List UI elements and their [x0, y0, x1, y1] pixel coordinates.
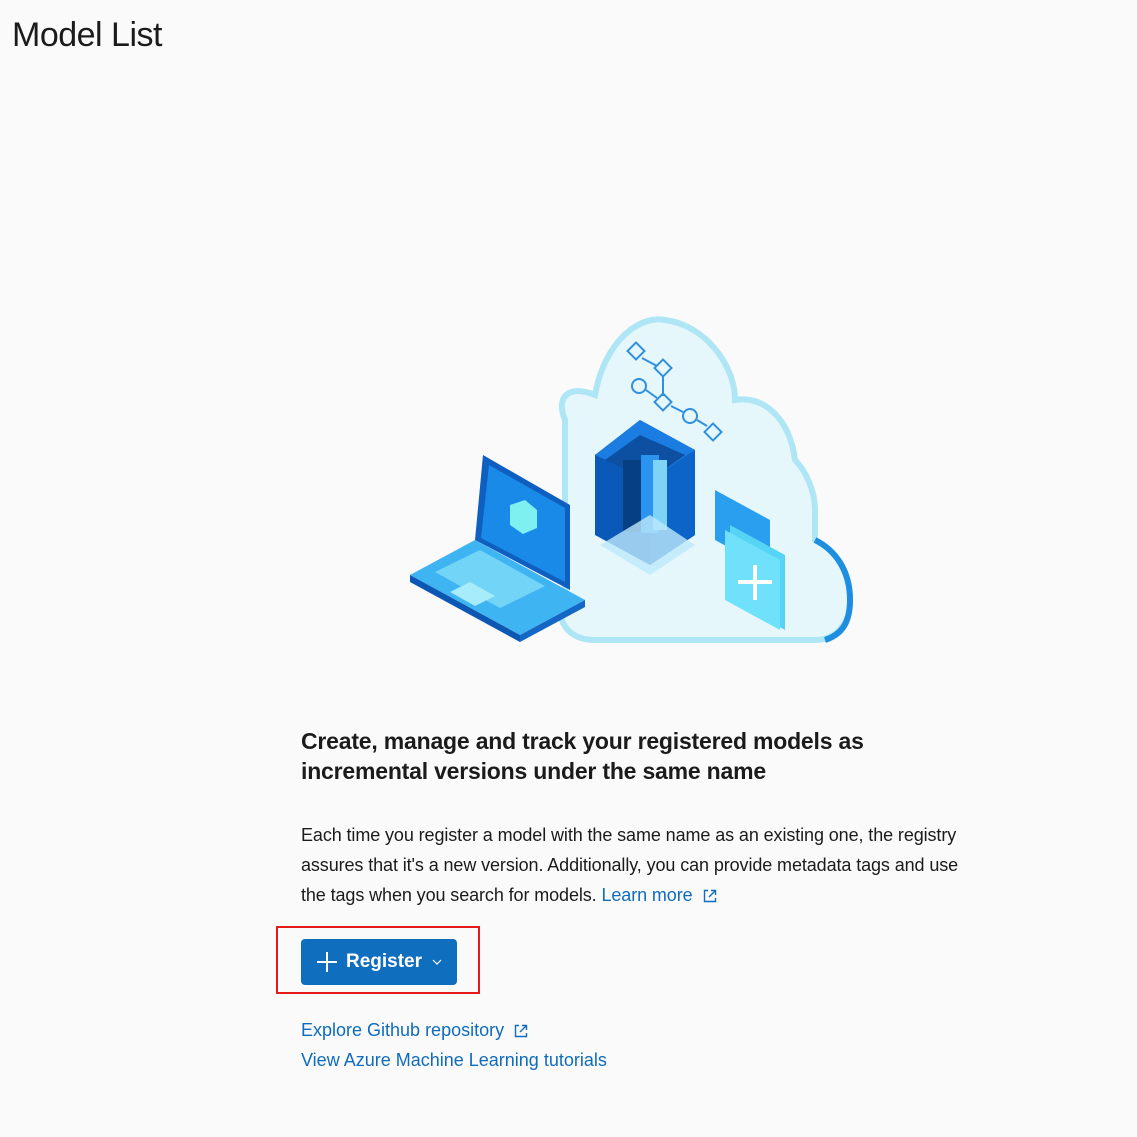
empty-state-heading: Create, manage and track your registered…	[301, 728, 864, 784]
external-link-icon	[514, 1024, 528, 1038]
empty-state: Create, manage and track your registered…	[301, 726, 961, 910]
explore-github-label: Explore Github repository	[301, 1020, 505, 1040]
register-button[interactable]: Register	[301, 939, 457, 985]
external-link-icon	[703, 889, 716, 903]
learn-more-label: Learn more	[601, 885, 693, 905]
view-tutorials-link[interactable]: View Azure Machine Learning tutorials	[301, 1050, 607, 1070]
plus-icon	[316, 952, 337, 972]
register-button-label: Register	[345, 951, 423, 972]
cloud-laptop-illustration	[410, 316, 854, 643]
learn-more-link[interactable]: Learn more	[601, 885, 716, 905]
explore-github-link[interactable]: Explore Github repository	[301, 1020, 528, 1040]
page-title: Model List	[12, 16, 162, 54]
resource-links: Explore Github repository View Azure Mac…	[301, 1015, 607, 1075]
empty-state-description: Each time you register a model with the …	[301, 820, 961, 910]
chevron-down-icon	[432, 959, 442, 965]
model-list-page: Model List Create, manage and track your…	[0, 0, 1137, 1137]
